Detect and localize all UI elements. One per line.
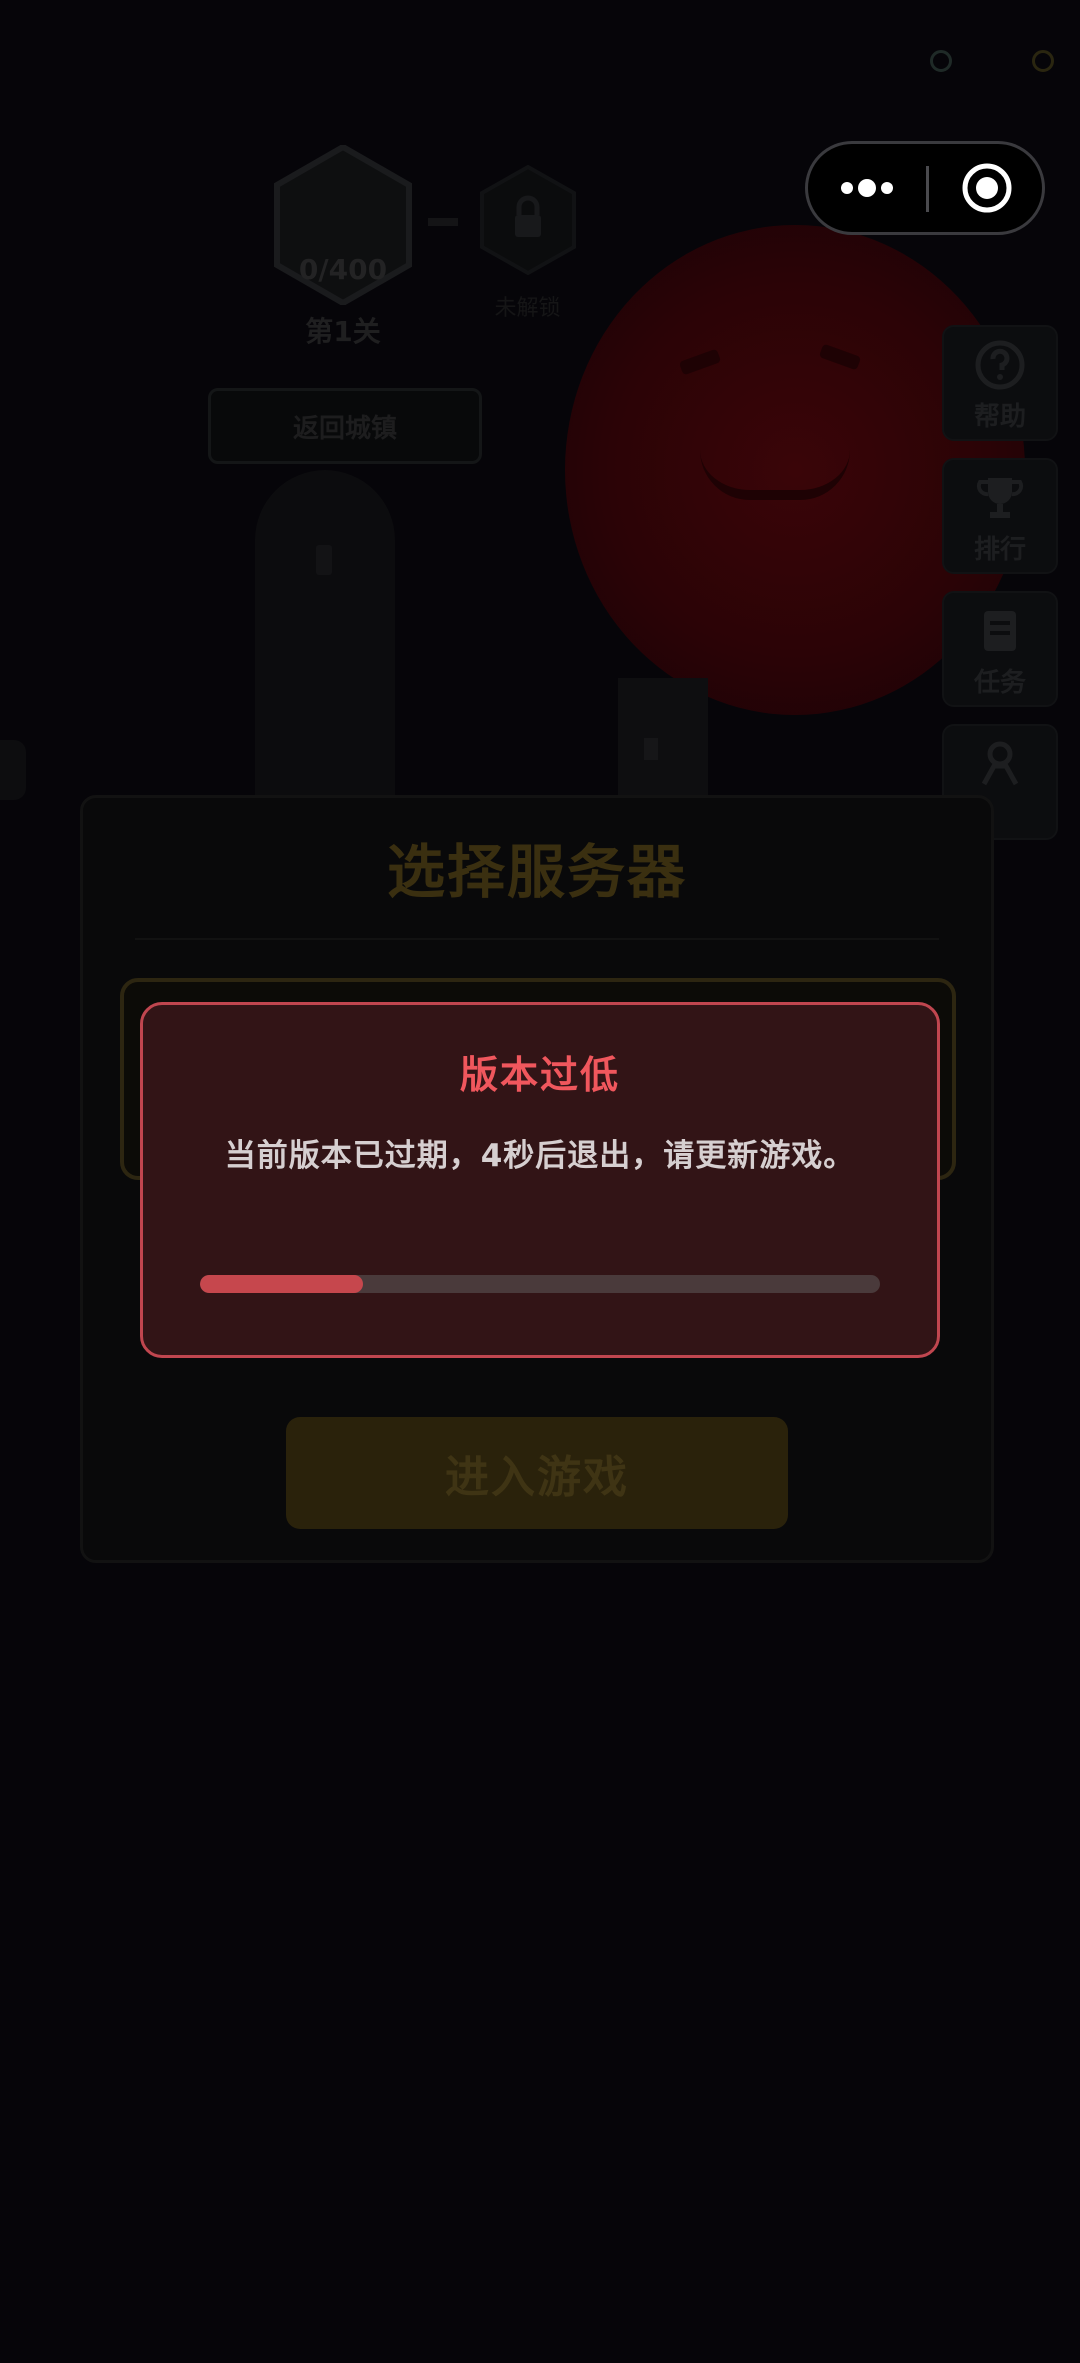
side-button-label: 任务 xyxy=(973,668,1026,698)
level-progress: 0/400 xyxy=(298,253,388,286)
character-icon xyxy=(981,741,1019,786)
miniprogram-capsule xyxy=(805,141,1045,235)
task-icon xyxy=(984,611,1016,651)
tower-door xyxy=(316,545,332,575)
level-connector xyxy=(428,218,458,226)
trophy-icon xyxy=(976,478,1024,518)
dialog-message: 当前版本已过期，4秒后退出，请更新游戏。 xyxy=(224,1138,856,1174)
more-dots-icon[interactable] xyxy=(808,144,926,232)
countdown-progress-bar xyxy=(200,1275,880,1293)
small-tower-window xyxy=(644,738,658,760)
side-button-task[interactable]: 任务 xyxy=(942,591,1058,707)
lock-icon xyxy=(480,165,576,275)
countdown-progress-fill xyxy=(200,1275,364,1293)
status-dot-icon xyxy=(930,50,952,72)
game-screen: 0/400 第1关 未解锁 返回城镇 帮助 排行 任务 选择服务器 进入游戏 版… xyxy=(0,0,1080,2363)
panel-divider xyxy=(135,938,939,940)
left-edge-tab xyxy=(0,740,26,800)
help-icon xyxy=(975,340,1025,390)
return-town-button[interactable]: 返回城镇 xyxy=(208,388,482,464)
tower-building xyxy=(255,470,395,800)
side-button-rank[interactable]: 排行 xyxy=(942,458,1058,574)
side-button-help[interactable]: 帮助 xyxy=(942,325,1058,441)
small-tower xyxy=(618,678,708,798)
enter-game-button[interactable]: 进入游戏 xyxy=(286,1417,788,1529)
dialog-title: 版本过低 xyxy=(459,1053,620,1097)
level-name: 第1关 xyxy=(305,315,381,348)
side-button-label: 排行 xyxy=(973,535,1026,565)
locked-label: 未解锁 xyxy=(494,296,561,321)
target-close-icon[interactable] xyxy=(929,144,1045,232)
side-button-label: 帮助 xyxy=(973,402,1026,432)
server-panel-title: 选择服务器 xyxy=(386,838,687,906)
status-dot-icon xyxy=(1032,50,1054,72)
